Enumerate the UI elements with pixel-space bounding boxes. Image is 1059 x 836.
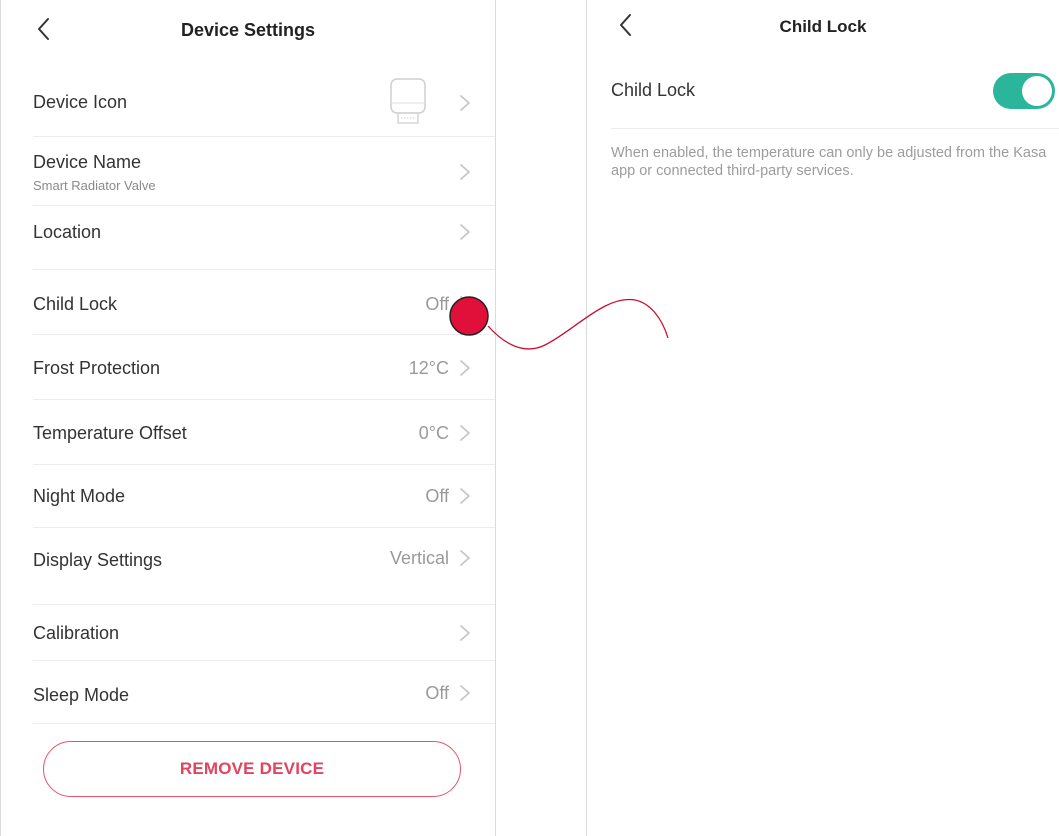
- row-value: Off: [425, 683, 449, 703]
- row-value: Off: [425, 486, 449, 506]
- row-label: Child Lock: [33, 294, 118, 314]
- chevron-right-icon: [460, 550, 470, 566]
- row-night-mode[interactable]: Night Mode Off: [33, 465, 495, 528]
- row-sleep-mode[interactable]: Sleep Mode Off: [33, 661, 495, 724]
- row-label: Device Name: [33, 152, 142, 172]
- chevron-right-icon: [460, 164, 470, 180]
- row-temperature-offset[interactable]: Temperature Offset 0°C: [33, 400, 495, 465]
- child-lock-description: When enabled, the temperature can only b…: [611, 145, 1047, 179]
- child-lock-screen: Child Lock Child Lock When enabled, the …: [586, 0, 1059, 836]
- remove-device-button[interactable]: REMOVE DEVICE: [43, 741, 461, 797]
- row-label: Temperature Offset: [33, 423, 187, 443]
- toggle-knob: [1022, 76, 1052, 106]
- radiator-valve-icon: [390, 78, 426, 124]
- row-child-lock[interactable]: Child Lock Off: [33, 272, 495, 335]
- row-value: 12°C: [408, 358, 449, 378]
- row-label: Night Mode: [33, 486, 126, 506]
- row-label: Device Icon: [33, 92, 128, 112]
- chevron-right-icon: [460, 685, 470, 701]
- chevron-right-icon: [460, 224, 470, 240]
- nav-header: Device Settings: [1, 0, 495, 64]
- row-display-settings[interactable]: Display Settings Vertical: [33, 528, 495, 605]
- chevron-right-icon: [460, 425, 470, 441]
- row-label: Frost Protection: [33, 358, 161, 378]
- chevron-right-icon: [460, 95, 470, 111]
- row-device-name[interactable]: Device Name Smart Radiator Valve: [33, 137, 495, 206]
- row-sublabel: Smart Radiator Valve: [33, 178, 156, 193]
- device-settings-screen: Device Settings Device Icon Device Name …: [0, 0, 496, 836]
- row-value: 0°C: [418, 423, 449, 443]
- nav-header: Child Lock: [587, 0, 1059, 56]
- row-value: Off: [425, 294, 449, 314]
- page-title: Device Settings: [180, 20, 316, 40]
- chevron-right-icon: [460, 360, 470, 376]
- row-label: Display Settings: [33, 550, 163, 570]
- row-label: Location: [33, 222, 102, 242]
- child-lock-toggle-row: Child Lock: [611, 56, 1059, 129]
- row-value: Vertical: [389, 548, 449, 568]
- child-lock-toggle[interactable]: [993, 73, 1055, 109]
- row-location[interactable]: Location: [33, 206, 495, 270]
- toggle-label: Child Lock: [611, 80, 696, 100]
- page-title: Child Lock: [779, 17, 867, 36]
- row-device-icon[interactable]: Device Icon: [33, 70, 495, 137]
- chevron-right-icon: [460, 296, 470, 312]
- row-frost-protection[interactable]: Frost Protection 12°C: [33, 335, 495, 400]
- chevron-right-icon: [460, 488, 470, 504]
- row-label: Sleep Mode: [33, 685, 130, 705]
- row-label: Calibration: [33, 623, 120, 643]
- chevron-right-icon: [460, 625, 470, 641]
- row-calibration[interactable]: Calibration: [33, 605, 495, 661]
